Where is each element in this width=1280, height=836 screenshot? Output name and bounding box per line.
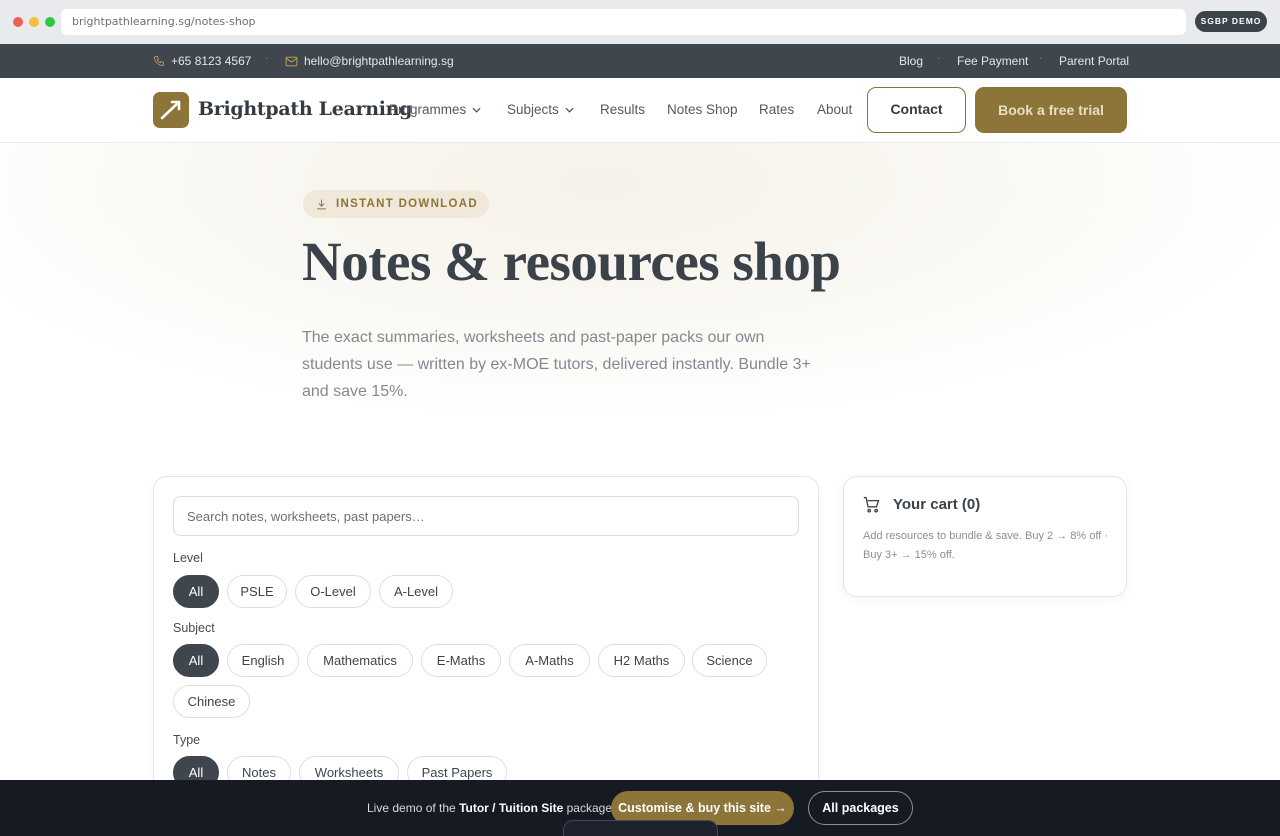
mail-icon	[285, 56, 298, 66]
demo-text-suffix: package.	[566, 801, 616, 815]
level-chip-all[interactable]: All	[173, 575, 219, 608]
cart-header: Your cart (0)	[862, 496, 980, 513]
nav-notes-shop[interactable]: Notes Shop	[667, 102, 738, 117]
topbar-separator: ·	[265, 53, 269, 64]
phone-contact[interactable]: +65 8123 4567	[153, 54, 251, 68]
address-bar[interactable]: brightpathlearning.sg/notes-shop	[61, 9, 1186, 35]
demo-package-name: Tutor / Tuition Site	[459, 801, 564, 815]
nav-label: Programmes	[389, 102, 467, 117]
level-chip-a-level[interactable]: A-Level	[379, 575, 453, 608]
trend-arrow-icon	[160, 100, 181, 120]
cart-title: Your cart (0)	[893, 496, 981, 513]
topbar-link-fee-payment[interactable]: Fee Payment	[957, 54, 1028, 68]
nav-results[interactable]: Results	[600, 102, 645, 117]
chevron-down-icon	[472, 107, 481, 113]
brand-name[interactable]: Brightpath Learning	[198, 98, 412, 120]
main-nav: Brightpath Learning Programmes Subjects …	[0, 78, 1280, 143]
contact-button[interactable]: Contact	[867, 87, 966, 133]
subject-chip-chinese[interactable]: Chinese	[173, 685, 250, 718]
badge-label: INSTANT DOWNLOAD	[336, 198, 478, 210]
subject-chip-all[interactable]: All	[173, 644, 219, 677]
phone-number: +65 8123 4567	[171, 54, 252, 68]
subject-chip-h2-maths[interactable]: H2 Maths	[598, 644, 685, 677]
book-trial-button[interactable]: Book a free trial	[975, 87, 1127, 133]
nav-label: Subjects	[507, 102, 559, 117]
subject-chip-e-maths[interactable]: E-Maths	[421, 644, 501, 677]
nav-subjects[interactable]: Subjects	[507, 102, 574, 117]
chevron-down-icon	[565, 107, 574, 113]
topbar-link-blog[interactable]: Blog	[899, 54, 923, 68]
page-subtitle: The exact summaries, worksheets and past…	[302, 329, 811, 400]
topbar-link-parent-portal[interactable]: Parent Portal	[1059, 54, 1129, 68]
subject-filter-label: Subject	[173, 621, 215, 635]
minimize-window-dot[interactable]	[29, 17, 39, 27]
subject-chip-science[interactable]: Science	[692, 644, 767, 677]
demo-text-prefix: Live demo of the	[367, 801, 456, 815]
download-icon	[317, 199, 326, 209]
nav-rates[interactable]: Rates	[759, 102, 794, 117]
logo-mark[interactable]	[153, 92, 189, 128]
subject-chip-a-maths[interactable]: A-Maths	[509, 644, 590, 677]
nav-programmes[interactable]: Programmes	[389, 102, 481, 117]
page-title: Notes & resources shop	[302, 231, 841, 292]
demo-badge: SGBP DEMO	[1195, 11, 1267, 32]
email-contact[interactable]: hello@brightpathlearning.sg	[285, 54, 454, 68]
browser-chrome: brightpathlearning.sg/notes-shop SGBP DE…	[0, 0, 1280, 44]
email-address: hello@brightpathlearning.sg	[304, 54, 454, 68]
window-controls	[13, 17, 55, 27]
topbar-separator: ·	[937, 53, 941, 64]
level-chip-psle[interactable]: PSLE	[227, 575, 287, 608]
phone-icon	[154, 56, 164, 66]
all-packages-button[interactable]: All packages	[808, 791, 913, 825]
cart-icon	[863, 496, 880, 513]
level-filter-label: Level	[173, 551, 203, 565]
floating-toolbar-peek[interactable]	[563, 820, 718, 836]
top-info-bar: +65 8123 4567 · hello@brightpathlearning…	[0, 44, 1280, 78]
maximize-window-dot[interactable]	[45, 17, 55, 27]
type-filter-label: Type	[173, 733, 201, 747]
nav-about[interactable]: About	[817, 102, 852, 117]
instant-download-badge: INSTANT DOWNLOAD	[303, 190, 489, 218]
topbar-separator: ·	[1039, 53, 1043, 64]
demo-text: Live demo of the Tutor / Tuition Site pa…	[367, 801, 615, 815]
search-input[interactable]	[173, 496, 799, 536]
subject-chip-mathematics[interactable]: Mathematics	[307, 644, 413, 677]
level-chip-o-level[interactable]: O-Level	[295, 575, 371, 608]
cart-bundle-info: Add resources to bundle & save. Buy 2 → …	[863, 530, 1108, 561]
subject-chip-english[interactable]: English	[227, 644, 299, 677]
close-window-dot[interactable]	[13, 17, 23, 27]
